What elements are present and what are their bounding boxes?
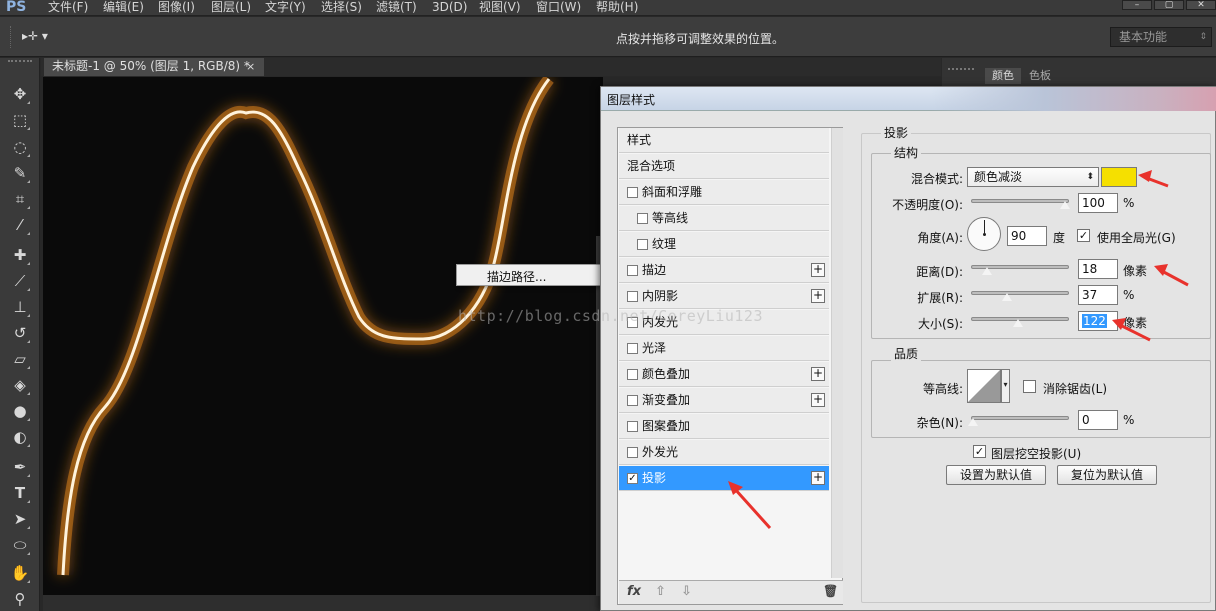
arrow-to-distance-unit: [1154, 264, 1189, 287]
annotation-arrows: [728, 170, 1189, 530]
arrow-to-drop-shadow-row: [728, 481, 772, 530]
arrow-to-color-swatch: [1138, 170, 1169, 188]
arrow-to-size-input: [1112, 318, 1151, 342]
